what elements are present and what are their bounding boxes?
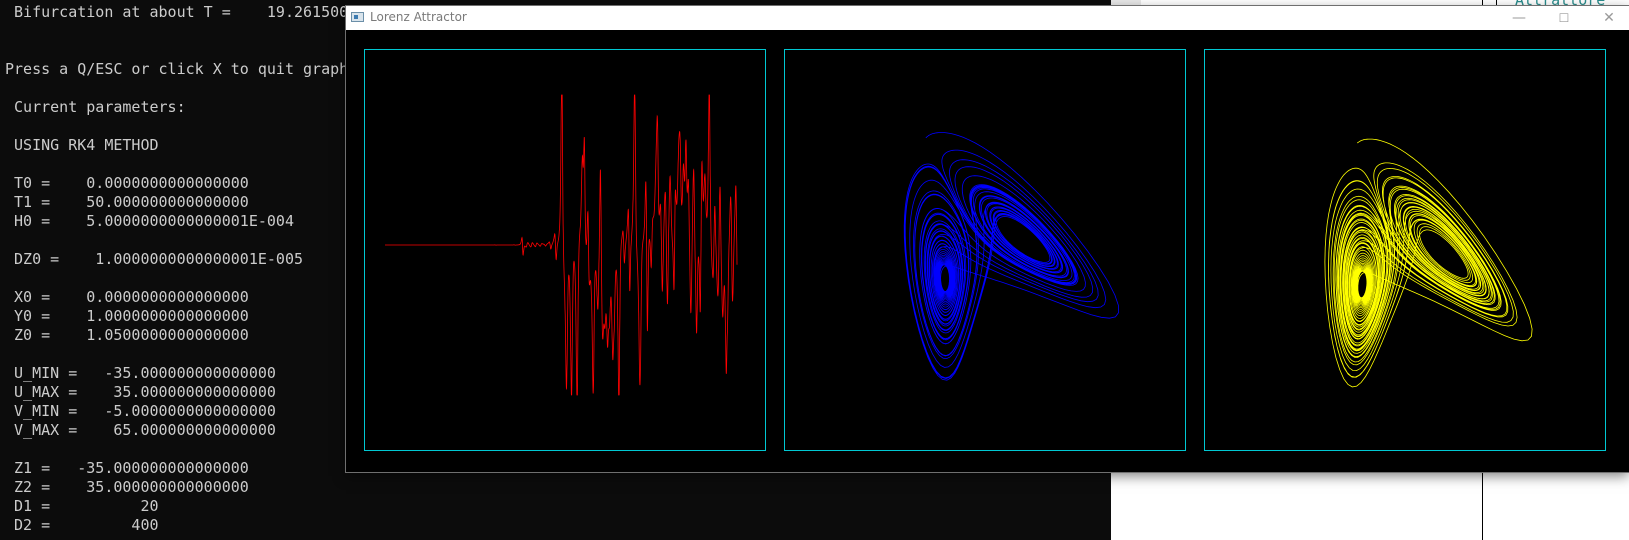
blue-trajectory <box>903 132 1119 381</box>
attractor-plot-blue <box>784 49 1186 451</box>
divergence-plot-canvas <box>385 94 738 396</box>
yellow-trajectory <box>1324 138 1533 388</box>
red-difference-series <box>385 94 738 396</box>
console-line: Bifurcation at about T = 19.261500 <box>5 3 349 21</box>
console-line: X0 = 0.0000000000000000 <box>5 288 249 306</box>
lorenz-window[interactable]: Lorenz Attractor — ☐ ✕ <box>346 6 1629 472</box>
console-line: Z1 = -35.000000000000000 <box>5 459 249 477</box>
title-bar[interactable]: Lorenz Attractor — ☐ ✕ <box>346 6 1629 30</box>
app-icon <box>351 12 364 22</box>
console-line: Current parameters: <box>5 98 186 116</box>
console-line: V_MAX = 65.000000000000000 <box>5 421 276 439</box>
console-line: Z2 = 35.000000000000000 <box>5 478 249 496</box>
attractor-plot-yellow-canvas <box>1324 138 1533 388</box>
console-line: U_MAX = 35.000000000000000 <box>5 383 276 401</box>
console-line: Y0 = 1.0000000000000000 <box>5 307 249 325</box>
attractor-plot-blue-canvas <box>903 132 1119 381</box>
minimize-button[interactable]: — <box>1497 6 1541 30</box>
console-line: T0 = 0.0000000000000000 <box>5 174 249 192</box>
console-line: USING RK4 METHOD <box>5 136 159 154</box>
console-line: V_MIN = -5.0000000000000000 <box>5 402 276 420</box>
divergence-plot <box>364 49 766 451</box>
console-line: H0 = 5.0000000000000001E-004 <box>5 212 294 230</box>
console-line: D2 = 400 <box>5 516 159 534</box>
console-line: Press a Q/ESC or click X to quit graph <box>5 60 349 78</box>
console-line: Z0 = 1.0500000000000000 <box>5 326 249 344</box>
console-line: D1 = 20 <box>5 497 159 515</box>
console-line: DZ0 = 1.0000000000000001E-005 <box>5 250 304 268</box>
window-title: Lorenz Attractor <box>370 10 467 24</box>
close-button[interactable]: ✕ <box>1587 6 1629 30</box>
maximize-button[interactable]: ☐ <box>1542 6 1586 30</box>
console-line: T1 = 50.000000000000000 <box>5 193 249 211</box>
attractor-plot-yellow <box>1204 49 1606 451</box>
console-line: U_MIN = -35.000000000000000 <box>5 364 276 382</box>
